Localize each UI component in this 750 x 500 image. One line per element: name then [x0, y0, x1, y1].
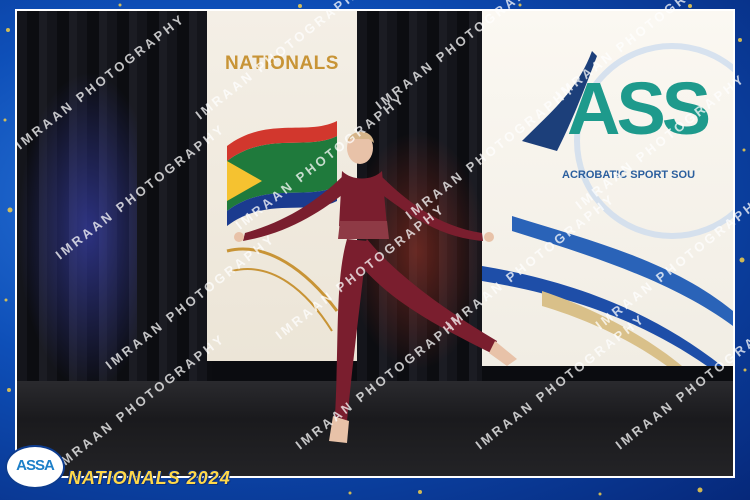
photo-frame: NATIONALS ASS ACROBATIC SPORT SOU IMRAAN…	[0, 0, 750, 500]
event-photo: NATIONALS ASS ACROBATIC SPORT SOU	[17, 11, 733, 476]
dancer-figure	[234, 131, 517, 443]
assa-logo-badge: ASSA	[7, 447, 63, 487]
assa-logo-text: ASSA	[16, 457, 55, 474]
event-label: NATIONALS 2024	[68, 468, 231, 488]
